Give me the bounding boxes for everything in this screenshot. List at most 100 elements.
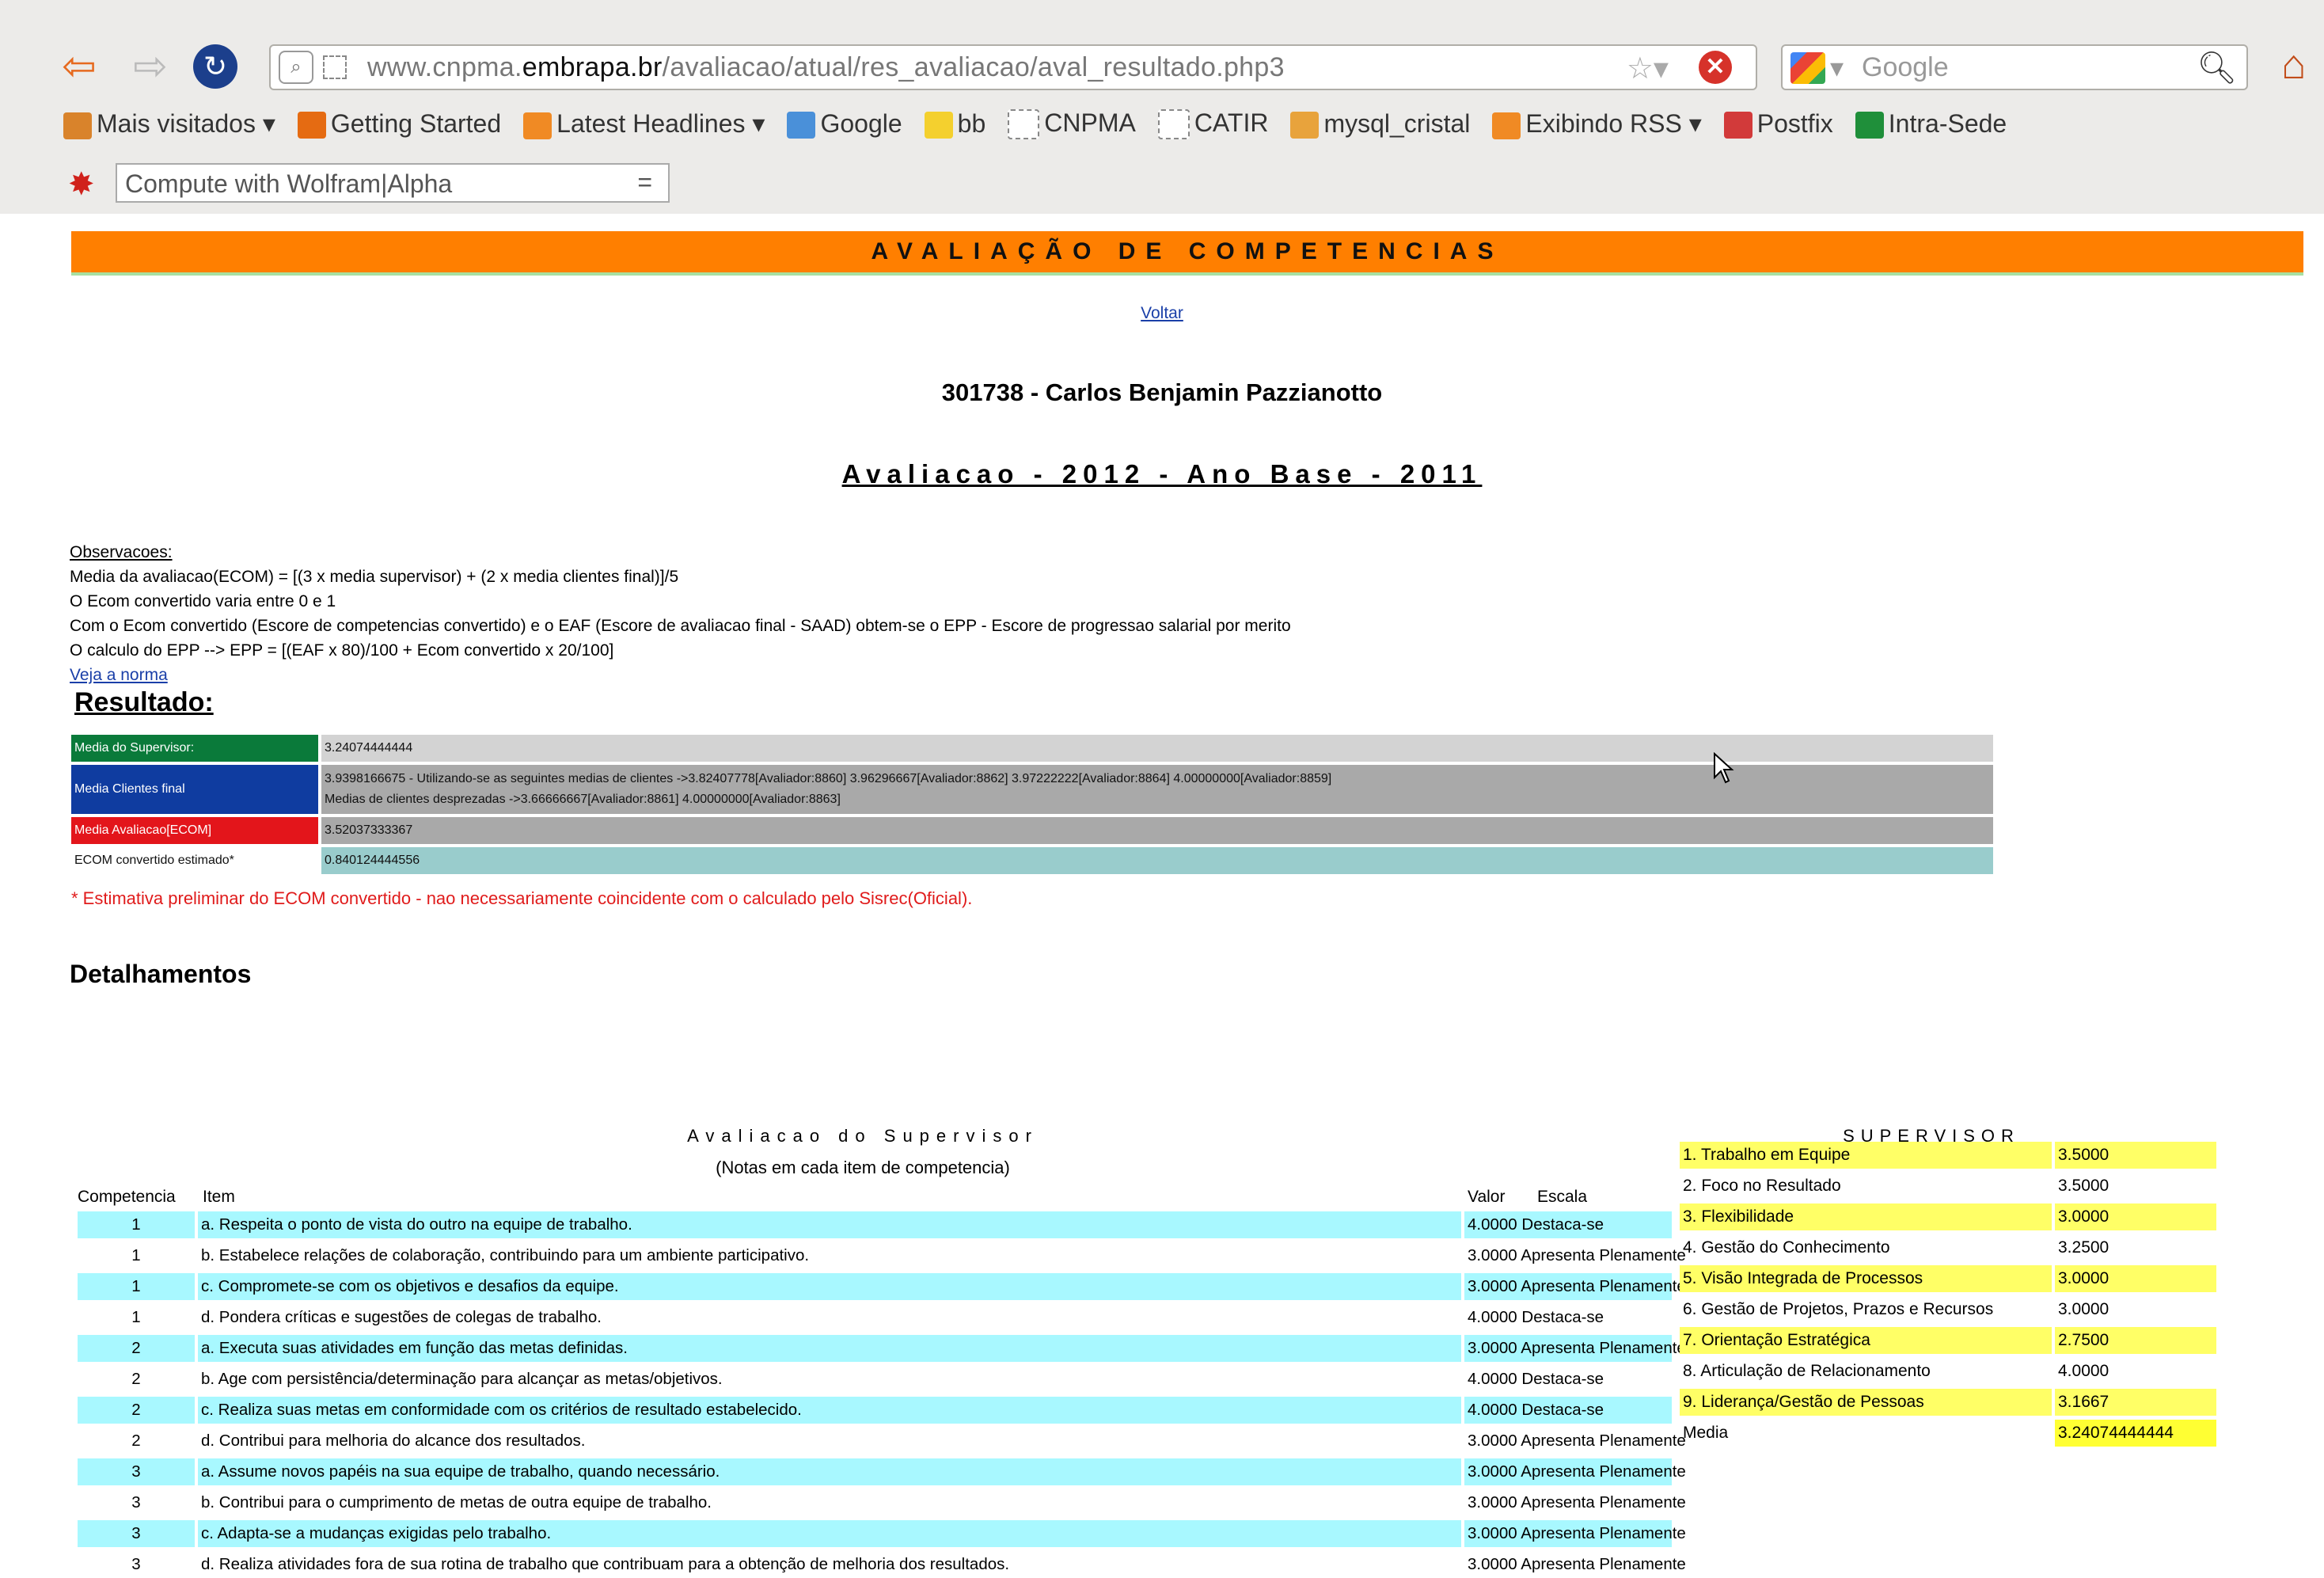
bookmark-item[interactable]: Intra-Sede bbox=[1855, 109, 2007, 139]
result-value: 0.840124444556 bbox=[321, 847, 1993, 874]
site-identity-icon[interactable]: ⌕ bbox=[279, 51, 313, 84]
table-row: 1 a. Respeita o ponto de vista do outro n… bbox=[78, 1211, 1672, 1238]
value-scale: 3.0000 Apresenta Plenamente bbox=[1468, 1493, 1686, 1511]
competency-row: 8. Articulação de Relacionamento 4.0000 bbox=[1680, 1358, 2216, 1385]
table-row: 3 c. Adapta-se a mudanças exigidas pelo t… bbox=[78, 1520, 1686, 1547]
bookmark-item[interactable]: Mais visitados ▾ bbox=[63, 108, 275, 139]
back-arrow-icon[interactable]: ⇦ bbox=[55, 43, 103, 90]
bookmarks-toolbar: Mais visitados ▾ Getting Started Latest He… bbox=[63, 108, 2029, 152]
result-value-line: 3.9398166675 - Utilizando-se as seguinte… bbox=[325, 772, 1332, 785]
folder-icon bbox=[63, 112, 92, 139]
detalhamentos-heading: Detalhamentos bbox=[70, 960, 252, 988]
bb-icon bbox=[924, 112, 953, 139]
bookmark-item[interactable]: Postfix bbox=[1723, 108, 1833, 139]
competency-row: 4. Gestão do Conhecimento 3.2500 bbox=[1680, 1234, 2216, 1261]
page-icon bbox=[1008, 109, 1040, 140]
wolfram-star-icon: ✸ bbox=[68, 167, 95, 202]
reload-icon[interactable]: ↻ bbox=[193, 44, 237, 89]
url-bar[interactable]: ⌕ www.cnpma.embrapa.br/avaliacao/atual/r… bbox=[269, 44, 1757, 90]
observation-line: O calculo do EPP --> EPP = [(EAF x 80)/1… bbox=[70, 641, 614, 660]
competency-number: 2 bbox=[131, 1432, 141, 1450]
competency-row: 6. Gestão de Projetos, Prazos e Recursos… bbox=[1680, 1296, 2216, 1323]
bookmark-item[interactable]: CATIR bbox=[1157, 108, 1268, 140]
table-row: 1 d. Pondera críticas e sugestões de cole… bbox=[78, 1304, 1672, 1331]
bookmark-label: bb bbox=[957, 108, 986, 138]
wolfram-equals-button[interactable]: = bbox=[637, 168, 652, 197]
observation-line: Media da avaliacao(ECOM) = [(3 x media s… bbox=[70, 568, 679, 586]
value-scale: 3.0000 Apresenta Plenamente bbox=[1468, 1432, 1686, 1450]
result-label: ECOM convertido estimado* bbox=[71, 847, 318, 874]
result-row-ecom: Media Avaliacao[ECOM] 3.52037333367 bbox=[71, 817, 1993, 844]
voltar-link[interactable]: Voltar bbox=[0, 304, 2324, 323]
competency-name: 7. Orientação Estratégica bbox=[1680, 1327, 2052, 1354]
postfix-icon bbox=[1723, 112, 1752, 139]
stop-icon[interactable]: ✕ bbox=[1699, 51, 1732, 84]
employee-name: 301738 - Carlos Benjamin Pazzianotto bbox=[941, 378, 1383, 406]
column-header-escala: Escala bbox=[1537, 1188, 1588, 1206]
value-scale: 3.0000 Apresenta Plenamente bbox=[1468, 1555, 1686, 1573]
bookmark-item[interactable]: CNPMA bbox=[1008, 108, 1136, 140]
bookmark-label: Getting Started bbox=[330, 108, 502, 138]
resultado-heading: Resultado: bbox=[74, 687, 214, 717]
url-text[interactable]: www.cnpma.embrapa.br/avaliacao/atual/res… bbox=[367, 52, 1285, 83]
competency-row: 3. Flexibilidade 3.0000 bbox=[1680, 1203, 2216, 1230]
result-label: Media Clientes final bbox=[71, 765, 318, 814]
competency-value: 3.5000 bbox=[2058, 1177, 2109, 1195]
search-engine-icon[interactable] bbox=[1790, 52, 1825, 84]
column-header-competencia: Competencia bbox=[78, 1188, 176, 1206]
search-placeholder: Google bbox=[1862, 52, 1949, 82]
evaluation-title: Avaliacao - 2012 - Ano Base - 2011 bbox=[841, 459, 1483, 489]
bookmark-label: CNPMA bbox=[1044, 108, 1136, 137]
value-scale: 3.0000 Apresenta Plenamente bbox=[1464, 1273, 1686, 1300]
competency-value: 3.0000 bbox=[2055, 1203, 2216, 1230]
competency-value: 4.0000 bbox=[2058, 1362, 2109, 1380]
search-icon[interactable]: 🔍︎ bbox=[2197, 49, 2237, 86]
bookmark-item[interactable]: Google bbox=[787, 109, 902, 139]
bookmark-label: Postfix bbox=[1756, 108, 1833, 138]
bookmark-label: Google bbox=[820, 108, 902, 138]
veja-norma-link[interactable]: Veja a norma bbox=[70, 666, 168, 684]
bookmark-item[interactable]: bb bbox=[924, 108, 986, 139]
competency-value: 3.0000 bbox=[2055, 1265, 2216, 1292]
google-icon bbox=[787, 112, 816, 139]
table-row: 3 d. Realiza atividades fora de sua rotin… bbox=[78, 1551, 1686, 1578]
home-icon[interactable]: ⌂ bbox=[2281, 41, 2306, 89]
competency-value: 2.7500 bbox=[2055, 1327, 2216, 1354]
bookmark-item[interactable]: Getting Started bbox=[297, 108, 502, 139]
observation-line: Com o Ecom convertido (Escore de compete… bbox=[70, 617, 1291, 635]
bookmark-item[interactable]: Exibindo RSS ▾ bbox=[1492, 108, 1702, 139]
bookmark-item[interactable]: Latest Headlines ▾ bbox=[523, 108, 765, 139]
bookmark-star-icon[interactable]: ☆▾ bbox=[1627, 51, 1669, 86]
competency-name: 8. Articulação de Relacionamento bbox=[1683, 1362, 1931, 1380]
item-text: c. Adapta-se a mudanças exigidas pelo tr… bbox=[198, 1520, 1461, 1547]
competency-number: 1 bbox=[78, 1273, 195, 1300]
item-text: a. Respeita o ponto de vista do outro na… bbox=[198, 1211, 1461, 1238]
search-engine-dropdown-arrow[interactable]: ▾ bbox=[1830, 52, 1844, 84]
competency-number: 3 bbox=[131, 1555, 141, 1573]
table-row: 2 b. Age com persistência/determinação pa… bbox=[78, 1366, 1672, 1393]
competency-row: 5. Visão Integrada de Processos 3.0000 bbox=[1680, 1265, 2216, 1292]
value-scale: 3.0000 Apresenta Plenamente bbox=[1464, 1520, 1686, 1547]
forward-arrow-icon[interactable]: ⇨ bbox=[127, 43, 174, 90]
item-text: d. Pondera críticas e sugestões de coleg… bbox=[201, 1308, 602, 1326]
column-header-item: Item bbox=[203, 1188, 235, 1206]
rss-icon bbox=[523, 112, 553, 139]
result-row-supervisor: Media do Supervisor: 3.24074444444 bbox=[71, 735, 1993, 762]
competency-value: 3.1667 bbox=[2055, 1389, 2216, 1416]
competency-name: 3. Flexibilidade bbox=[1680, 1203, 2052, 1230]
table-row: 2 a. Executa suas atividades em função da… bbox=[78, 1335, 1686, 1362]
bookmark-label: Intra-Sede bbox=[1888, 108, 2007, 138]
bookmark-label: Exibindo RSS ▾ bbox=[1525, 109, 1702, 139]
phpmyadmin-icon bbox=[1290, 112, 1320, 139]
competency-number: 3 bbox=[78, 1458, 195, 1485]
competency-number: 1 bbox=[78, 1211, 195, 1238]
supervisor-table-subtitle: (Notas em cada item de competencia) bbox=[716, 1158, 1010, 1177]
search-bar[interactable]: ▾ Google 🔍︎ bbox=[1781, 44, 2248, 90]
wolfram-input[interactable]: Compute with Wolfram|Alpha = bbox=[116, 163, 670, 203]
supervisor-table-title: Avaliacao do Supervisor bbox=[687, 1126, 1039, 1146]
bookmark-label: mysql_cristal bbox=[1323, 108, 1471, 138]
result-label: Media do Supervisor: bbox=[71, 735, 318, 762]
bookmark-label: Latest Headlines ▾ bbox=[556, 109, 765, 139]
item-text: c. Compromete-se com os objetivos e desa… bbox=[198, 1273, 1461, 1300]
bookmark-item[interactable]: mysql_cristal bbox=[1290, 109, 1470, 139]
